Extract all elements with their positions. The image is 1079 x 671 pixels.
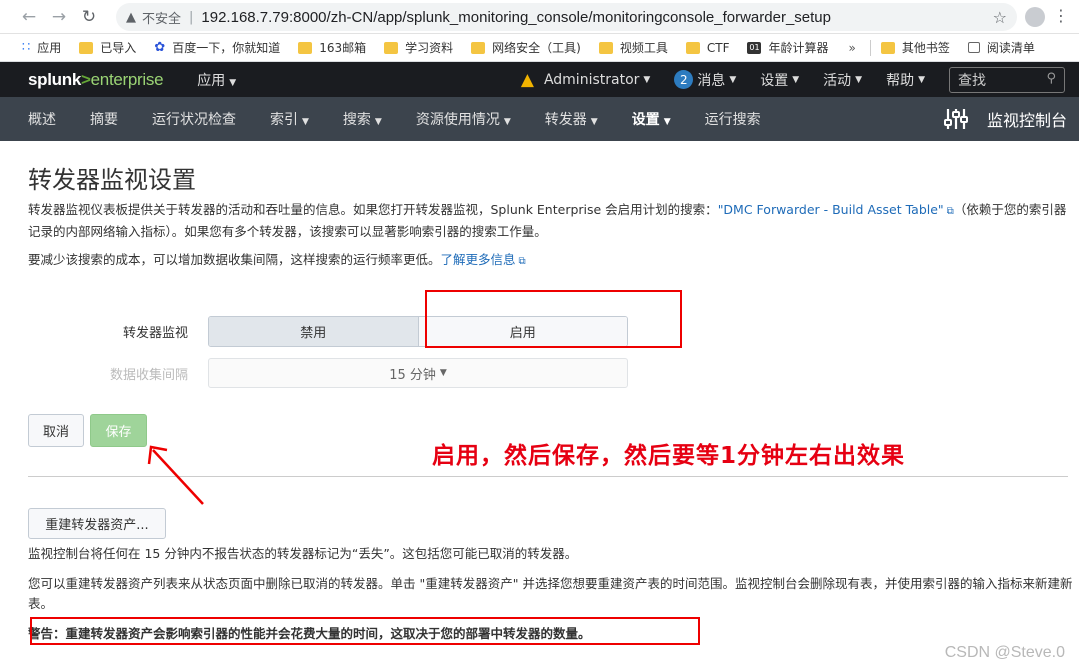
bookmark-ctf[interactable]: CTF xyxy=(685,41,729,55)
forwarder-monitoring-label: 转发器监视 xyxy=(122,326,188,341)
user-menu[interactable]: ▲ Administrator ▼ xyxy=(521,70,650,90)
bookmark-study[interactable]: 学习资料 xyxy=(384,39,453,56)
caret-down-icon: ▼ xyxy=(729,74,737,85)
page-title: 转发器监视设置 xyxy=(28,166,196,194)
caret-down-icon: ▼ xyxy=(439,368,447,378)
nav-resource-usage[interactable]: 资源使用情况 ▼ xyxy=(416,109,511,129)
data-interval-label: 数据收集间隔 xyxy=(109,368,188,383)
back-arrow-icon[interactable]: ← xyxy=(16,4,42,30)
bookmarks-bar: ∷ 应用 已导入 ✿ 百度一下，你就知道 163邮箱 学习资料 网络安全（工具) 视… xyxy=(0,34,1079,62)
watermark: CSDN @Steve.0 xyxy=(944,644,1065,661)
splunk-header: splunk>enterprise 应用 ▼ ▲ Administrator ▼ 2… xyxy=(0,62,1079,97)
bookmark-baidu[interactable]: ✿ 百度一下，你就知道 xyxy=(154,39,280,56)
rebuild-assets-button[interactable]: 重建转发器资产... xyxy=(28,508,166,539)
messages-count-badge: 2 xyxy=(674,70,694,89)
search-input[interactable]: 查找 ⚲ xyxy=(949,66,1065,93)
annotation-text: 启用，然后保存，然后要等1分钟左右出效果 xyxy=(432,443,906,469)
monitoring-console-title: 监视控制台 xyxy=(943,97,1067,141)
profile-avatar-icon[interactable] xyxy=(1025,7,1045,27)
settings-menu[interactable]: 设置 ▼ xyxy=(760,70,799,90)
calculator-icon: 01 xyxy=(747,41,762,54)
folder-icon xyxy=(384,41,399,54)
caret-down-icon: ▼ xyxy=(792,74,800,85)
folder-icon xyxy=(298,41,313,54)
apps-grid-icon: ∷ xyxy=(22,39,31,55)
browser-address-bar: ← → ↻ ▲ 不安全 | 192.168.7.79:8000/zh-CN/ap… xyxy=(0,0,1079,34)
security-label: 不安全 xyxy=(142,11,182,27)
save-button[interactable]: 保存 xyxy=(90,414,147,447)
baidu-paw-icon: ✿ xyxy=(154,39,166,55)
reload-icon[interactable]: ↻ xyxy=(76,4,102,30)
help-menu[interactable]: 帮助 ▼ xyxy=(886,70,925,90)
folder-icon xyxy=(471,41,486,54)
nav-forwarders[interactable]: 转发器 ▼ xyxy=(545,109,598,129)
missing-forwarders-note: 监视控制台将任何在 15 分钟内不报告状态的转发器标记为“丢失”。这包括您可能已… xyxy=(28,546,578,561)
reading-list[interactable]: 阅读清单 xyxy=(967,39,1035,56)
rebuild-instructions: 您可以重建转发器资产列表来从状态页面中删除已取消的转发器。单击 "重建转发器资产… xyxy=(28,576,1073,611)
folder-icon xyxy=(880,41,895,54)
bookmark-163[interactable]: 163邮箱 xyxy=(298,39,366,56)
bookmarks-overflow[interactable]: » xyxy=(849,41,856,55)
messages-menu[interactable]: 2 消息 ▼ xyxy=(674,70,736,90)
main-content: 转发器监视设置 转发器监视仪表板提供关于转发器的活动和吞吐量的信息。如果您打开转… xyxy=(0,146,1079,671)
nav-overview[interactable]: 概述 xyxy=(28,109,56,129)
app-nav-bar: 概述 摘要 运行状况检查 索引 ▼ 搜索 ▼ 资源使用情况 ▼ 转发器 ▼ 设置 ▼ 运行… xyxy=(0,97,1079,141)
external-link-icon: ⧉ xyxy=(518,256,526,267)
search-icon: ⚲ xyxy=(1046,70,1056,86)
caret-down-icon: ▼ xyxy=(302,117,309,127)
app-menu[interactable]: 应用 ▼ xyxy=(197,70,236,90)
folder-icon xyxy=(598,41,613,54)
toggle-disable-button[interactable]: 禁用 xyxy=(209,317,419,346)
caret-down-icon: ▼ xyxy=(918,74,925,85)
nav-health-check[interactable]: 运行状况检查 xyxy=(152,109,236,129)
caret-down-icon: ▼ xyxy=(503,117,511,127)
nav-summary[interactable]: 摘要 xyxy=(90,109,118,129)
bookmark-video-tools[interactable]: 视频工具 xyxy=(598,39,668,56)
nav-search[interactable]: 搜索 ▼ xyxy=(343,109,382,129)
url-separator: | xyxy=(189,9,194,25)
reading-list-icon xyxy=(967,42,980,53)
bookmark-imported[interactable]: 已导入 xyxy=(79,39,136,56)
nav-run-search[interactable]: 运行搜索 xyxy=(705,109,761,129)
url-text[interactable]: 192.168.7.79:8000/zh-CN/app/splunk_monit… xyxy=(201,9,831,26)
url-omnibox[interactable]: ▲ 不安全 | 192.168.7.79:8000/zh-CN/app/splu… xyxy=(116,3,1017,31)
bookmarks-divider xyxy=(869,39,871,56)
annotation-arrow-icon xyxy=(147,445,204,505)
caret-down-icon: ▼ xyxy=(643,74,651,85)
warning-triangle-icon: ▲ xyxy=(520,69,534,90)
caret-down-icon: ▼ xyxy=(590,117,598,127)
description-interval: 要减少该搜索的成本，可以增加数据收集间隔，这样搜索的运行频率更低。了解更多信息 ⧉ xyxy=(28,250,1068,272)
external-link-icon: ⧉ xyxy=(946,206,954,217)
forward-arrow-icon[interactable]: → xyxy=(46,4,72,30)
splunk-logo[interactable]: splunk>enterprise xyxy=(28,70,164,90)
bookmark-apps[interactable]: ∷ 应用 xyxy=(22,39,61,56)
caret-down-icon: ▼ xyxy=(855,74,863,85)
sliders-icon xyxy=(943,109,968,129)
bookmark-age-calc[interactable]: 01 年龄计算器 xyxy=(747,39,829,56)
learn-more-link[interactable]: 了解更多信息 xyxy=(441,252,516,267)
data-interval-select[interactable]: 15 分钟 ▼ xyxy=(208,358,628,388)
cancel-button[interactable]: 取消 xyxy=(28,414,84,447)
caret-down-icon: ▼ xyxy=(663,117,671,127)
folder-icon xyxy=(79,41,94,54)
folder-icon xyxy=(685,41,700,54)
caret-down-icon: ▼ xyxy=(374,117,382,127)
caret-down-icon: ▼ xyxy=(229,77,237,88)
description-forwarder-monitoring: 转发器监视仪表板提供关于转发器的活动和吞吐量的信息。如果您打开转发器监视，Spl… xyxy=(28,202,1067,239)
annotation-box-enable xyxy=(425,290,682,348)
dmc-search-link[interactable]: "DMC Forwarder - Build Asset Table" xyxy=(718,202,944,217)
bookmark-star-icon[interactable]: ☆ xyxy=(993,8,1007,27)
bookmark-other[interactable]: 其他书签 xyxy=(880,39,950,56)
bookmark-security-tools[interactable]: 网络安全（工具) xyxy=(471,39,581,56)
nav-settings[interactable]: 设置 ▼ xyxy=(632,109,671,129)
nav-indexing[interactable]: 索引 ▼ xyxy=(270,109,309,129)
warning-icon: ▲ xyxy=(126,9,136,25)
browser-menu-icon[interactable]: ⋮ xyxy=(1053,8,1069,24)
activity-menu[interactable]: 活动 ▼ xyxy=(823,70,862,90)
annotation-box-warning xyxy=(30,617,700,645)
